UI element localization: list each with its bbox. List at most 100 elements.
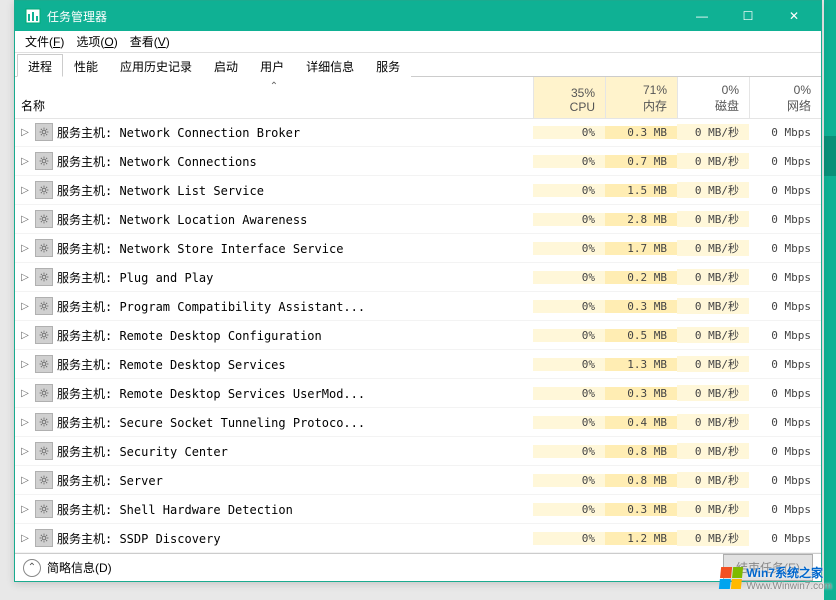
process-name: 服务主机: SSDP Discovery <box>57 530 533 547</box>
menu-view[interactable]: 查看(V) <box>124 31 176 52</box>
expand-icon[interactable]: ▷ <box>15 243 31 254</box>
network-cell: 0 Mbps <box>749 184 821 197</box>
gear-icon <box>35 413 53 431</box>
process-name: 服务主机: Shell Hardware Detection <box>57 501 533 518</box>
sort-indicator-icon: ⌃ <box>270 81 278 92</box>
expand-icon[interactable]: ▷ <box>15 475 31 486</box>
tab-4[interactable]: 用户 <box>249 54 295 77</box>
memory-cell: 1.3 MB <box>605 358 677 371</box>
table-row[interactable]: ▷服务主机: Security Center0%0.8 MB0 MB/秒0 Mb… <box>15 437 821 466</box>
process-name: 服务主机: Remote Desktop Configuration <box>57 327 533 344</box>
column-header-disk[interactable]: 0% 磁盘 <box>677 77 749 118</box>
cpu-cell: 0% <box>533 474 605 487</box>
end-task-button[interactable]: 结束任务(E) <box>723 554 813 581</box>
table-row[interactable]: ▷服务主机: SSDP Discovery0%1.2 MB0 MB/秒0 Mbp… <box>15 524 821 553</box>
tab-5[interactable]: 详细信息 <box>295 54 365 77</box>
process-name: 服务主机: Remote Desktop Services UserMod... <box>57 385 533 402</box>
expand-icon[interactable]: ▷ <box>15 417 31 428</box>
table-row[interactable]: ▷服务主机: Network Connection Broker0%0.3 MB… <box>15 119 821 147</box>
memory-cell: 0.3 MB <box>605 126 677 139</box>
column-header-memory[interactable]: 71% 内存 <box>605 77 677 118</box>
table-row[interactable]: ▷服务主机: Network Store Interface Service0%… <box>15 234 821 263</box>
network-cell: 0 Mbps <box>749 474 821 487</box>
process-name: 服务主机: Program Compatibility Assistant... <box>57 298 533 315</box>
network-cell: 0 Mbps <box>749 329 821 342</box>
expand-icon[interactable]: ▷ <box>15 214 31 225</box>
close-button[interactable]: ✕ <box>771 1 817 31</box>
expand-icon[interactable]: ▷ <box>15 446 31 457</box>
gear-icon <box>35 471 53 489</box>
disk-cell: 0 MB/秒 <box>677 530 749 546</box>
expand-icon[interactable]: ▷ <box>15 388 31 399</box>
table-row[interactable]: ▷服务主机: Server0%0.8 MB0 MB/秒0 Mbps <box>15 466 821 495</box>
tab-3[interactable]: 启动 <box>203 54 249 77</box>
expand-icon[interactable]: ▷ <box>15 185 31 196</box>
expand-icon[interactable]: ▷ <box>15 272 31 283</box>
gear-icon <box>35 442 53 460</box>
column-header-cpu[interactable]: 35% CPU <box>533 77 605 118</box>
tab-6[interactable]: 服务 <box>365 54 411 77</box>
table-row[interactable]: ▷ 服务主机: Remote Desktop Services UserMod..… <box>15 379 821 408</box>
memory-cell: 1.2 MB <box>605 532 677 545</box>
cpu-cell: 0% <box>533 271 605 284</box>
content-area: ⌃ 名称 35% CPU 71% 内存 0% 磁盘 0% 网络 ▷服务主机: N… <box>15 77 821 553</box>
column-header-name[interactable]: ⌃ 名称 <box>15 77 533 118</box>
table-row[interactable]: ▷服务主机: Network List Service0%1.5 MB0 MB/… <box>15 176 821 205</box>
table-row[interactable]: ▷服务主机: Network Location Awareness0%2.8 M… <box>15 205 821 234</box>
expand-icon[interactable]: ▷ <box>15 127 31 138</box>
watermark-url: Www.Winwin7.com <box>746 581 832 592</box>
expand-icon[interactable]: ▷ <box>15 330 31 341</box>
cpu-cell: 0% <box>533 532 605 545</box>
tab-2[interactable]: 应用历史记录 <box>109 54 203 77</box>
minimize-button[interactable]: — <box>679 1 725 31</box>
disk-cell: 0 MB/秒 <box>677 356 749 372</box>
cpu-cell: 0% <box>533 445 605 458</box>
table-row[interactable]: ▷服务主机: Secure Socket Tunneling Protoco..… <box>15 408 821 437</box>
fewer-details-button[interactable]: ⌃ 简略信息(D) <box>23 559 112 577</box>
network-label: 网络 <box>752 97 811 114</box>
memory-cell: 1.7 MB <box>605 242 677 255</box>
disk-cell: 0 MB/秒 <box>677 240 749 256</box>
expand-icon[interactable]: ▷ <box>15 504 31 515</box>
process-name: 服务主机: Plug and Play <box>57 269 533 286</box>
column-header-network[interactable]: 0% 网络 <box>749 77 821 118</box>
gear-icon <box>35 326 53 344</box>
gear-icon <box>35 355 53 373</box>
minimize-icon: — <box>696 9 708 23</box>
cpu-cell: 0% <box>533 126 605 139</box>
table-row[interactable]: ▷服务主机: Remote Desktop Configuration0%0.5… <box>15 321 821 350</box>
tab-1[interactable]: 性能 <box>63 54 109 77</box>
process-list[interactable]: ▷服务主机: Network Connection Broker0%0.3 MB… <box>15 119 821 553</box>
column-headers: ⌃ 名称 35% CPU 71% 内存 0% 磁盘 0% 网络 <box>15 77 821 119</box>
table-row[interactable]: ▷服务主机: Remote Desktop Services0%1.3 MB0 … <box>15 350 821 379</box>
menu-options[interactable]: 选项(O) <box>70 31 123 52</box>
maximize-button[interactable]: ☐ <box>725 1 771 31</box>
memory-cell: 0.7 MB <box>605 155 677 168</box>
table-row[interactable]: ▷服务主机: Plug and Play0%0.2 MB0 MB/秒0 Mbps <box>15 263 821 292</box>
network-cell: 0 Mbps <box>749 155 821 168</box>
gear-icon <box>35 239 53 257</box>
memory-cell: 1.5 MB <box>605 184 677 197</box>
tab-0[interactable]: 进程 <box>17 54 63 77</box>
disk-cell: 0 MB/秒 <box>677 414 749 430</box>
disk-cell: 0 MB/秒 <box>677 472 749 488</box>
menu-file[interactable]: 文件(F) <box>19 31 70 52</box>
table-row[interactable]: ▷ 服务主机: Program Compatibility Assistant..… <box>15 292 821 321</box>
expand-icon[interactable]: ▷ <box>15 533 31 544</box>
cpu-cell: 0% <box>533 155 605 168</box>
expand-icon[interactable]: ▷ <box>15 301 31 312</box>
disk-cell: 0 MB/秒 <box>677 182 749 198</box>
table-row[interactable]: ▷服务主机: Network Connections0%0.7 MB0 MB/秒… <box>15 147 821 176</box>
table-row[interactable]: ▷服务主机: Shell Hardware Detection0%0.3 MB0… <box>15 495 821 524</box>
expand-icon[interactable]: ▷ <box>15 156 31 167</box>
cpu-cell: 0% <box>533 416 605 429</box>
column-header-name-label: 名称 <box>21 97 45 114</box>
memory-cell: 0.3 MB <box>605 387 677 400</box>
expand-icon[interactable]: ▷ <box>15 359 31 370</box>
disk-cell: 0 MB/秒 <box>677 501 749 517</box>
gear-icon <box>35 384 53 402</box>
titlebar[interactable]: 任务管理器 — ☐ ✕ <box>15 1 821 31</box>
disk-cell: 0 MB/秒 <box>677 153 749 169</box>
memory-cell: 0.8 MB <box>605 445 677 458</box>
disk-cell: 0 MB/秒 <box>677 327 749 343</box>
